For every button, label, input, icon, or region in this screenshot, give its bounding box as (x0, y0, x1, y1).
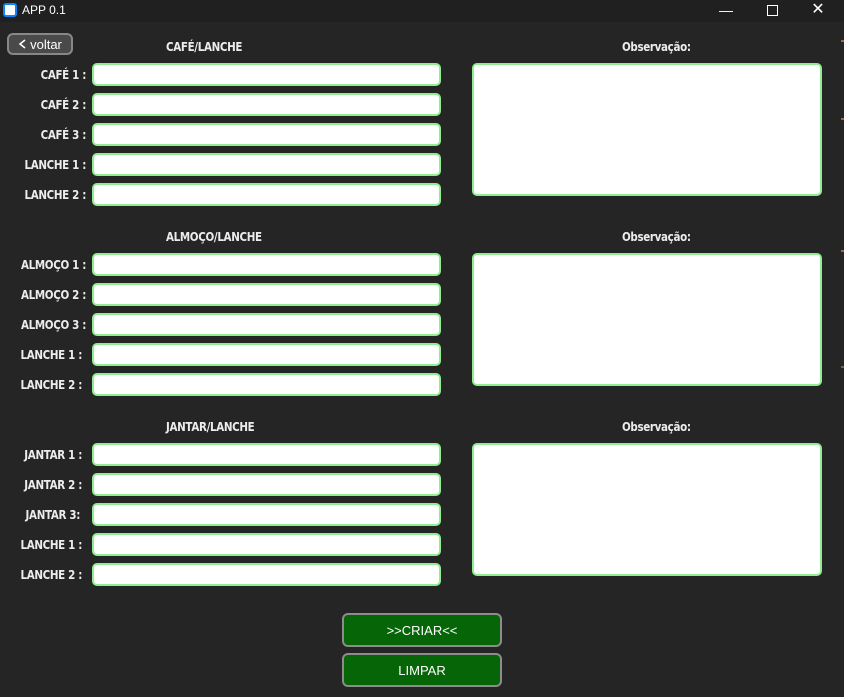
title-bar: APP 0.1 — ✕ (0, 0, 844, 22)
label-almoco-1: ALMOÇO 1 : (20, 258, 86, 272)
input-cafe-3[interactable] (92, 123, 441, 146)
label-jantar-1: JANTAR 1 : (24, 448, 82, 462)
label-lanche-2-almoco: LANCHE 2 : (20, 378, 82, 392)
section-title-jantar-lanche: JANTAR/LANCHE (166, 420, 255, 434)
maximize-icon (766, 5, 778, 16)
create-button[interactable]: >>CRIAR<< (342, 613, 502, 647)
input-lanche-1-cafe[interactable] (92, 153, 441, 176)
maximize-button[interactable] (749, 0, 795, 22)
label-cafe-2: CAFÉ 2 : (40, 98, 87, 112)
input-lanche-1-almoco[interactable] (92, 343, 441, 366)
chevron-left-icon (18, 39, 26, 49)
input-lanche-1-jantar[interactable] (92, 533, 441, 556)
input-cafe-2[interactable] (92, 93, 441, 116)
observation-textarea-almoco[interactable] (472, 253, 822, 386)
input-jantar-3[interactable] (92, 503, 441, 526)
input-jantar-2[interactable] (92, 473, 441, 496)
observation-title-cafe: Observação: (622, 40, 691, 54)
minimize-button[interactable]: — (703, 0, 749, 22)
window-title: APP 0.1 (22, 3, 66, 17)
label-jantar-2: JANTAR 2 : (24, 478, 82, 492)
back-button-label: voltar (30, 36, 62, 52)
label-jantar-3: JANTAR 3: (25, 508, 81, 522)
input-cafe-1[interactable] (92, 63, 441, 86)
label-lanche-1-almoco: LANCHE 1 : (20, 348, 82, 362)
input-lanche-2-cafe[interactable] (92, 183, 441, 206)
input-almoco-1[interactable] (92, 253, 441, 276)
label-almoco-3: ALMOÇO 3 : (20, 318, 86, 332)
label-lanche-1-cafe: LANCHE 1 : (24, 158, 86, 172)
label-cafe-1: CAFÉ 1 : (40, 68, 87, 82)
input-jantar-1[interactable] (92, 443, 441, 466)
label-lanche-2-jantar: LANCHE 2 : (20, 568, 82, 582)
label-lanche-2-cafe: LANCHE 2 : (24, 188, 86, 202)
label-almoco-2: ALMOÇO 2 : (20, 288, 86, 302)
section-title-almoco-lanche: ALMOÇO/LANCHE (166, 230, 262, 244)
back-button[interactable]: voltar (7, 33, 73, 55)
app-icon (3, 3, 17, 17)
input-almoco-2[interactable] (92, 283, 441, 306)
observation-textarea-jantar[interactable] (472, 443, 822, 576)
section-title-cafe-lanche: CAFÉ/LANCHE (166, 40, 243, 54)
input-lanche-2-jantar[interactable] (92, 563, 441, 586)
observation-textarea-cafe[interactable] (472, 63, 822, 196)
label-cafe-3: CAFÉ 3 : (40, 128, 87, 142)
input-almoco-3[interactable] (92, 313, 441, 336)
observation-title-jantar: Observação: (622, 420, 691, 434)
label-lanche-1-jantar: LANCHE 1 : (20, 538, 82, 552)
clear-button[interactable]: LIMPAR (342, 653, 502, 687)
observation-title-almoco: Observação: (622, 230, 691, 244)
close-button[interactable]: ✕ (795, 0, 841, 22)
input-lanche-2-almoco[interactable] (92, 373, 441, 396)
